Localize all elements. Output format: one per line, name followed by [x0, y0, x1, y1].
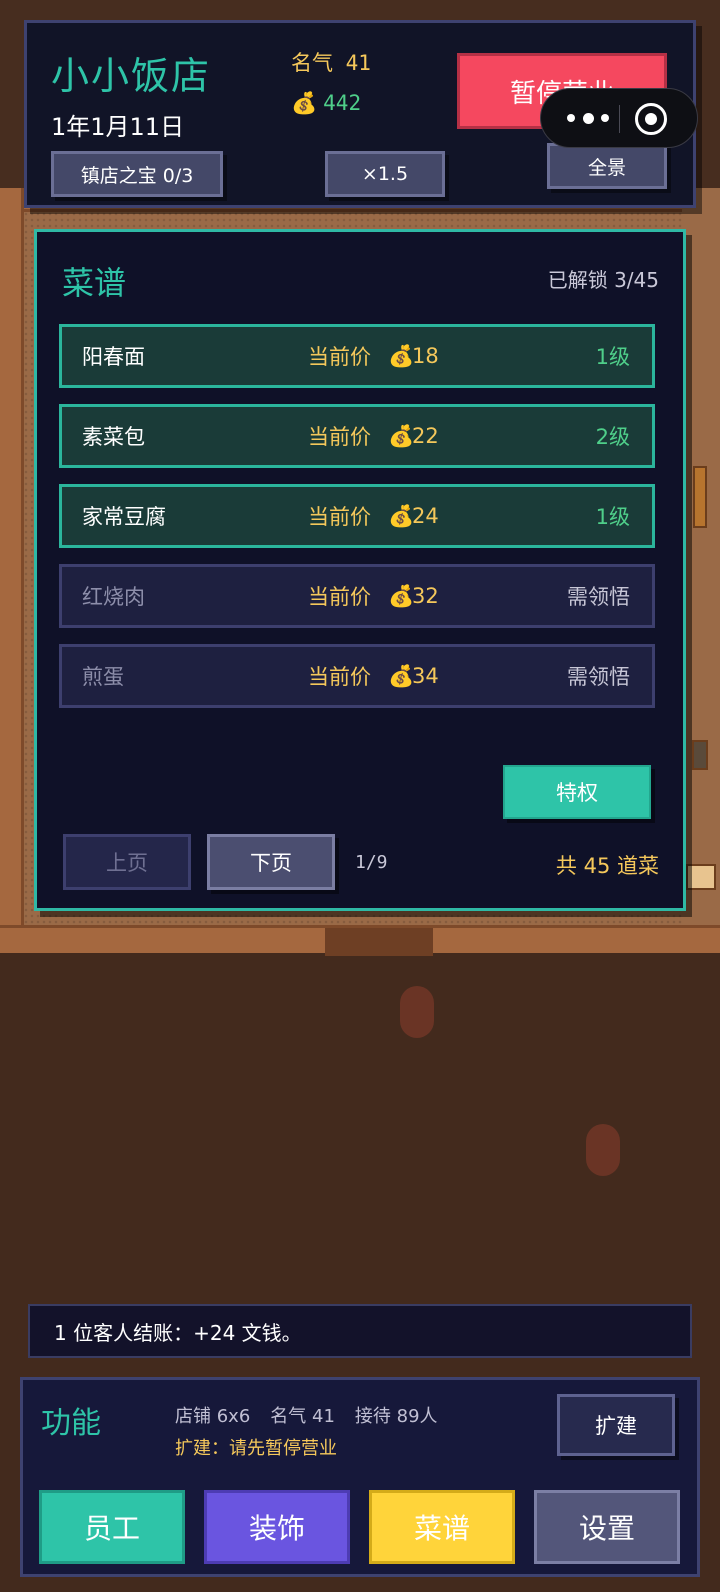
unlocked-count: 已解锁 3/45: [547, 268, 659, 292]
privilege-button[interactable]: 特权: [503, 765, 651, 819]
recipe-button[interactable]: 菜谱: [369, 1490, 515, 1564]
recipe-name: 红烧肉: [82, 585, 145, 609]
more-options-icon[interactable]: [567, 107, 609, 129]
price-label: 当前价: [308, 585, 371, 609]
recipe-name: 阳春面: [82, 345, 145, 369]
door: [325, 928, 433, 956]
recipe-total: 共 45 道菜: [555, 854, 659, 878]
money-bag-icon: 💰: [388, 583, 415, 608]
shop-capacity: 接待 89人: [354, 1406, 438, 1427]
settings-button[interactable]: 设置: [534, 1490, 680, 1564]
capsule-divider: [619, 105, 620, 133]
recipe-row[interactable]: 红烧肉 当前价 💰 32 需领悟: [59, 564, 655, 628]
recipe-price: 18: [412, 344, 439, 368]
customer-shadow: [586, 1124, 620, 1176]
recipe-level: 1级: [595, 505, 630, 529]
wooden-stool: [686, 864, 716, 890]
shop-fame: 名气 41: [270, 1406, 335, 1427]
recipe-price: 32: [412, 584, 439, 608]
next-page-button[interactable]: 下页: [207, 834, 335, 890]
wooden-post: [693, 466, 707, 528]
recipe-dialog: 菜谱 已解锁 3/45 阳春面 当前价 💰 18 1级 素菜包 当前价 💰 22…: [34, 229, 686, 911]
function-panel: 功能 店铺 6x6 名气 41 接待 89人 扩建：请先暂停营业 扩建 员工 装饰 …: [20, 1377, 700, 1577]
wall-right: [682, 188, 720, 950]
price-label: 当前价: [308, 425, 371, 449]
recipe-locked-status: 需领悟: [567, 585, 630, 609]
wall-left: [0, 188, 24, 950]
money-bag-icon: 💰: [388, 423, 415, 448]
event-log: 1 位客人结账：+24 文钱。: [28, 1304, 692, 1358]
money-value: 442: [323, 91, 362, 115]
recipe-price: 24: [412, 504, 439, 528]
treasure-button[interactable]: 镇店之宝 0/3: [51, 151, 223, 197]
recipe-row[interactable]: 素菜包 当前价 💰 22 2级: [59, 404, 655, 468]
recipe-level: 2级: [595, 425, 630, 449]
price-label: 当前价: [308, 505, 371, 529]
recipe-locked-status: 需领悟: [567, 665, 630, 689]
decor-button[interactable]: 装饰: [204, 1490, 350, 1564]
price-label: 当前价: [308, 665, 371, 689]
wall-bottom: [0, 925, 720, 956]
fame-indicator: 名气 41: [291, 51, 371, 75]
money-bag-icon: 💰: [388, 503, 415, 528]
expand-button[interactable]: 扩建: [557, 1394, 675, 1456]
speed-button[interactable]: ×1.5: [325, 151, 445, 197]
money-bag-icon: 💰: [291, 91, 318, 115]
game-date: 1年1月11日: [51, 113, 185, 141]
close-mini-program-icon[interactable]: [635, 103, 667, 135]
expand-hint: 扩建：请先暂停营业: [175, 1438, 337, 1459]
recipe-level: 1级: [595, 345, 630, 369]
wall-fixture: [692, 740, 708, 770]
shop-stats: 店铺 6x6 名气 41 接待 89人: [175, 1402, 458, 1428]
dialog-title: 菜谱: [62, 264, 127, 302]
recipe-name: 素菜包: [82, 425, 145, 449]
recipe-name: 煎蛋: [82, 665, 124, 689]
shop-size: 店铺 6x6: [175, 1406, 251, 1427]
price-label: 当前价: [308, 345, 371, 369]
recipe-row[interactable]: 煎蛋 当前价 💰 34 需领悟: [59, 644, 655, 708]
log-message: 1 位客人结账：+24 文钱。: [54, 1320, 302, 1345]
money-bag-icon: 💰: [388, 343, 415, 368]
function-title: 功能: [41, 1406, 101, 1441]
recipe-name: 家常豆腐: [82, 505, 166, 529]
shop-name: 小小饭店: [51, 54, 212, 98]
money-bag-icon: 💰: [388, 663, 415, 688]
recipe-price: 34: [412, 664, 439, 688]
recipe-row[interactable]: 家常豆腐 当前价 💰 24 1级: [59, 484, 655, 548]
staff-button[interactable]: 员工: [39, 1490, 185, 1564]
recipe-price: 22: [412, 424, 439, 448]
page-indicator: 1/9: [355, 852, 388, 873]
money-indicator: 💰 442: [291, 91, 361, 116]
recipe-row[interactable]: 阳春面 当前价 💰 18 1级: [59, 324, 655, 388]
customer-shadow: [400, 986, 434, 1038]
panorama-button[interactable]: 全景: [547, 143, 667, 189]
mini-program-capsule: [540, 88, 698, 148]
prev-page-button[interactable]: 上页: [63, 834, 191, 890]
